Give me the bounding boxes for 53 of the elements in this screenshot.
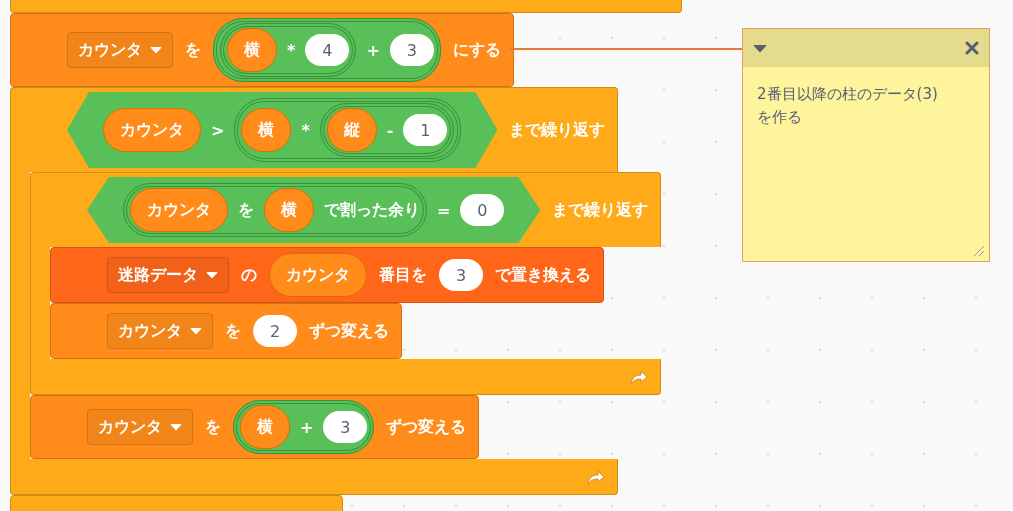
block-label: * (301, 120, 310, 140)
command-block[interactable] (10, 495, 343, 511)
command-block[interactable]: カウンタ を 横 * 4 + 3 にする (10, 13, 514, 87)
operator-block[interactable]: 横 * 縦 - 1 (234, 98, 462, 162)
block-label: > (211, 120, 225, 140)
repeat-until-block[interactable]: カウンタ > 横 * 縦 - 1 まで繰り返す (10, 87, 619, 172)
caret-icon[interactable] (753, 43, 767, 53)
block-label: 番目を (379, 264, 427, 286)
number-input[interactable]: 2 (253, 315, 297, 347)
block-label: + (366, 40, 380, 60)
operator-block[interactable]: 横 * 4 + 3 (213, 18, 441, 82)
number-input[interactable]: 3 (389, 34, 434, 66)
repeat-until-block[interactable]: カウンタ を 横 で割った余り = 0 まで繰り返す (30, 172, 662, 247)
operator-block[interactable]: 横 * 4 (220, 23, 357, 77)
number-input[interactable]: 3 (439, 259, 483, 291)
block-label: で置き換える (495, 264, 591, 286)
block-label: を (225, 320, 241, 342)
operator-block[interactable]: 縦 - 1 (319, 103, 455, 157)
condition-block[interactable]: カウンタ を 横 で割った余り = 0 (87, 177, 541, 243)
operator-block[interactable]: 横 + 3 (233, 400, 375, 454)
block-label: で割った余り (324, 199, 420, 221)
caret-icon (206, 271, 218, 279)
block-label: ずつ変える (386, 416, 467, 438)
block-label: ずつ変える (309, 320, 389, 342)
block-label: + (300, 417, 314, 437)
caret-icon (150, 46, 162, 54)
number-input[interactable]: 4 (305, 34, 350, 66)
block-label: を (205, 416, 221, 438)
close-icon[interactable] (965, 41, 979, 55)
block-label: まで繰り返す (509, 119, 606, 141)
condition-block[interactable]: カウンタ > 横 * 縦 - 1 (67, 92, 498, 168)
loop-block-end[interactable] (10, 459, 619, 495)
caret-icon (190, 327, 202, 335)
command-block[interactable]: カウンタ を 2 ずつ変える (50, 303, 402, 359)
block-label: * (287, 40, 296, 60)
number-input[interactable]: 0 (460, 194, 505, 226)
block-label: まで繰り返す (552, 199, 649, 221)
block-label: = (437, 200, 451, 220)
block-label: - (386, 120, 394, 140)
command-block[interactable]: 迷路データ の カウンタ 番目を 3 で置き換える (50, 247, 604, 303)
variable-dropdown[interactable]: 迷路データ (107, 257, 229, 293)
comment-text: 2番目以降の柱のデータ(3)を作る (757, 84, 939, 129)
number-input[interactable]: 1 (403, 114, 448, 146)
command-block[interactable]: カウンタ を 横 + 3 ずつ変える (30, 395, 480, 459)
block-label: を (238, 199, 254, 221)
loop-block-end[interactable] (30, 359, 662, 395)
caret-icon (170, 423, 182, 431)
resize-handle-icon[interactable] (973, 245, 985, 257)
loop-block-end[interactable] (10, 0, 682, 13)
block-label: にする (452, 39, 501, 61)
number-input[interactable]: 3 (323, 411, 368, 443)
block-label: を (185, 39, 201, 61)
block-label: の (241, 264, 257, 286)
